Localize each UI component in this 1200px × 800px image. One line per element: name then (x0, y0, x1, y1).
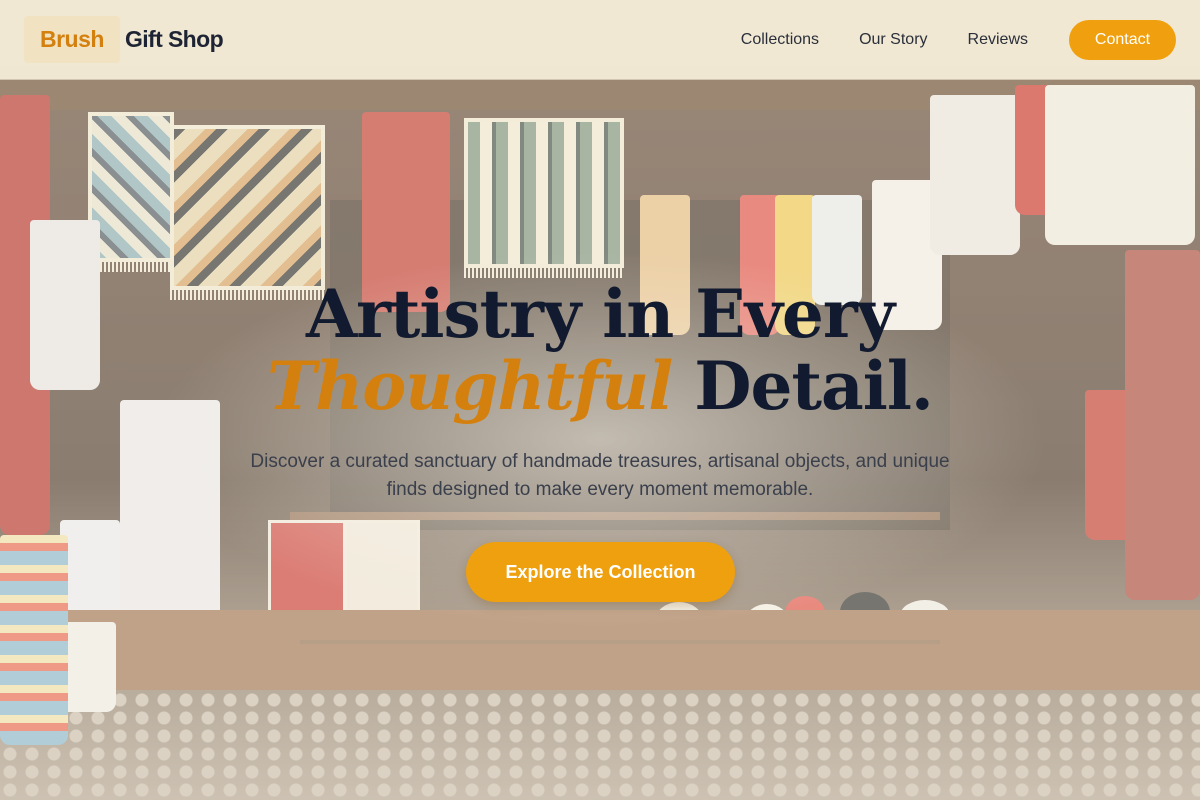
contact-button[interactable]: Contact (1069, 19, 1176, 60)
hero-title-rest: Detail. (672, 347, 934, 425)
logo[interactable]: Brush Gift Shop (24, 16, 224, 63)
nav-link-collections[interactable]: Collections (741, 31, 819, 49)
main-nav: Collections Our Story Reviews Contact (741, 19, 1176, 60)
hero-subtitle: Discover a curated sanctuary of handmade… (250, 451, 950, 500)
hero-title: Artistry in Every Thoughtful Detail. (0, 276, 1200, 424)
site-header: Brush Gift Shop Collections Our Story Re… (0, 0, 1200, 80)
hero-section: Artistry in Every Thoughtful Detail. Dis… (0, 80, 1200, 800)
logo-text: Gift Shop (124, 26, 224, 52)
explore-collection-button[interactable]: Explore the Collection (466, 542, 735, 602)
nav-link-our-story[interactable]: Our Story (859, 31, 927, 49)
hero-title-accent: Thoughtful (267, 347, 673, 425)
hero-title-line-1: Artistry in Every (305, 275, 895, 353)
logo-mark: Brush (24, 16, 120, 63)
hero-title-line-2: Thoughtful Detail. (0, 348, 1200, 424)
nav-link-reviews[interactable]: Reviews (968, 31, 1028, 49)
